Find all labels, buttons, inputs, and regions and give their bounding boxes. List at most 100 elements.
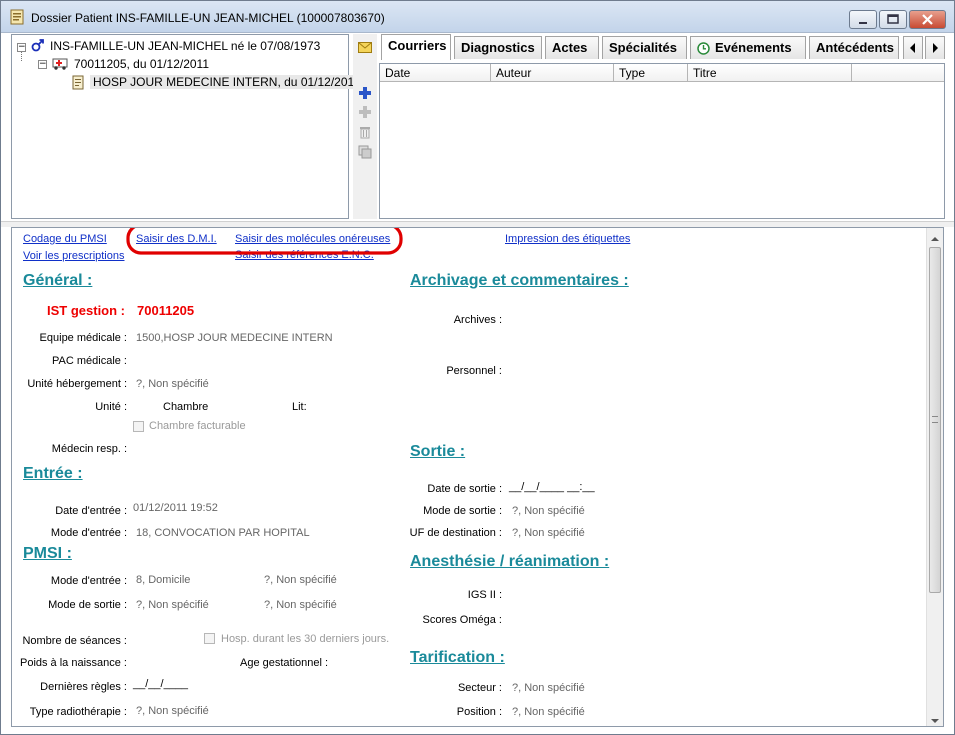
clock-icon <box>697 42 710 58</box>
link-impression-etiquettes[interactable]: Impression des étiquettes <box>505 233 630 245</box>
patient-dossier-window: Dossier Patient INS-FAMILLE-UN JEAN-MICH… <box>0 0 955 735</box>
column-header-auteur[interactable]: Auteur <box>491 64 614 82</box>
igs-label: IGS II : <box>467 589 502 601</box>
tree-item-unit[interactable]: HOSP JOUR MEDECINE INTERN, du 01/12/2011 <box>90 75 363 89</box>
pmsi-mode-sortie-value2: ?, Non spécifié <box>264 599 337 611</box>
unite-hebergement-label: Unité hébergement : <box>27 378 127 390</box>
scrollbar-grip <box>932 416 938 423</box>
vertical-scrollbar[interactable] <box>926 228 943 726</box>
tab-courriers[interactable]: Courriers <box>381 34 451 60</box>
chambre-facturable-checkbox[interactable] <box>133 421 144 432</box>
tab-diagnostics[interactable]: Diagnostics <box>454 36 542 59</box>
mode-entree-value: 18, CONVOCATION PAR HOPITAL <box>136 527 310 539</box>
document-tabs: Courriers Diagnostics Actes Spécialités … <box>379 34 945 62</box>
equipe-medicale-value: 1500,HOSP JOUR MEDECINE INTERN <box>136 332 333 344</box>
unite-label: Unité : <box>95 401 127 413</box>
column-header-type[interactable]: Type <box>614 64 688 82</box>
section-sortie: Sortie : <box>410 443 466 460</box>
date-entree-label: Date d'entrée : <box>55 505 127 517</box>
pac-medicale-label: PAC médicale : <box>52 355 127 367</box>
uf-destination-label: UF de destination : <box>409 527 502 539</box>
envelope-icon[interactable] <box>358 42 372 56</box>
archives-label: Archives : <box>453 314 502 326</box>
documents-toolbar <box>353 34 377 219</box>
link-voir-prescriptions[interactable]: Voir les prescriptions <box>23 250 125 262</box>
section-archivage: Archivage et commentaires : <box>410 272 629 289</box>
chambre-facturable-label: Chambre facturable <box>149 420 246 432</box>
position-value: ?, Non spécifié <box>512 706 585 718</box>
hosp-30-jours-checkbox[interactable] <box>204 633 215 644</box>
column-header-date[interactable]: Date <box>380 64 491 82</box>
pmsi-mode-sortie-value: ?, Non spécifié <box>136 599 209 611</box>
medecin-resp-label: Médecin resp. : <box>51 443 127 455</box>
title-bar: Dossier Patient INS-FAMILLE-UN JEAN-MICH… <box>1 1 954 33</box>
unite-value: Chambre <box>163 401 209 413</box>
mode-entree-label: Mode d'entrée : <box>50 527 127 539</box>
date-sortie-value[interactable]: __/__/____ __:__ <box>509 481 595 493</box>
ist-gestion-value: 70011205 <box>137 303 195 318</box>
hosp-30-jours-label: Hosp. durant les 30 derniers jours. <box>221 633 390 645</box>
tab-evenements-label: Evénements <box>715 40 792 55</box>
uf-destination-value: ?, Non spécifié <box>512 527 585 539</box>
stay-details-panel: Codage du PMSI Voir les prescriptions Sa… <box>11 227 944 727</box>
app-icon <box>10 9 24 28</box>
section-anesthesie: Anesthésie / réanimation : <box>410 553 610 570</box>
pmsi-mode-entree-value2: ?, Non spécifié <box>264 574 337 586</box>
copy-icon <box>358 145 372 162</box>
secteur-value: ?, Non spécifié <box>512 682 585 694</box>
window-title: Dossier Patient INS-FAMILLE-UN JEAN-MICH… <box>31 11 385 25</box>
dernieres-regles-label: Dernières règles : <box>40 681 127 693</box>
minimize-button[interactable] <box>849 10 877 29</box>
add-icon[interactable] <box>358 86 372 103</box>
scrollbar-thumb[interactable] <box>929 247 941 593</box>
date-sortie-label: Date de sortie : <box>427 483 502 495</box>
mode-sortie-value: ?, Non spécifié <box>512 505 585 517</box>
pmsi-mode-sortie-label: Mode de sortie : <box>48 599 127 611</box>
section-general: Général : <box>23 272 93 289</box>
tab-antecedents[interactable]: Antécédents <box>809 36 899 59</box>
document-icon <box>72 75 84 93</box>
dernieres-regles-value[interactable]: __/__/____ <box>133 678 188 690</box>
date-entree-value: 01/12/2011 19:52 <box>133 502 218 514</box>
tab-evenements[interactable]: Evénements <box>690 36 806 59</box>
tab-actes[interactable]: Actes <box>545 36 599 59</box>
poids-naissance-label: Poids à la naissance : <box>19 657 127 669</box>
tab-scroll-right[interactable] <box>925 36 945 59</box>
maximize-button[interactable] <box>879 10 907 29</box>
tab-specialites[interactable]: Spécialités <box>602 36 687 59</box>
scroll-up-arrow-icon[interactable] <box>930 232 940 246</box>
ambulance-icon <box>52 56 70 73</box>
male-icon <box>31 38 45 55</box>
position-label: Position : <box>456 706 502 718</box>
column-header-filler <box>852 64 944 82</box>
section-tarification: Tarification : <box>410 649 505 666</box>
scroll-down-arrow-icon[interactable] <box>930 714 940 726</box>
section-pmsi: PMSI : <box>23 545 72 562</box>
scores-omega-label: Scores Oméga : <box>422 614 502 626</box>
patient-tree: − INS-FAMILLE-UN JEAN-MICHEL né le 07/08… <box>11 34 363 219</box>
tab-scroll-left[interactable] <box>903 36 923 59</box>
secteur-label: Secteur : <box>457 682 502 694</box>
tree-item-patient[interactable]: INS-FAMILLE-UN JEAN-MICHEL né le 07/08/1… <box>50 39 320 53</box>
link-codage-pmsi[interactable]: Codage du PMSI <box>23 233 107 245</box>
tree-expander[interactable]: − <box>38 60 47 69</box>
close-button[interactable] <box>909 10 946 29</box>
section-entree: Entrée : <box>23 465 83 482</box>
pmsi-mode-entree-label: Mode d'entrée : <box>50 575 127 587</box>
equipe-medicale-label: Equipe médicale : <box>39 332 127 344</box>
personnel-label: Personnel : <box>446 365 502 377</box>
type-radiotherapie-label: Type radiothérapie : <box>29 706 127 718</box>
add-disabled-icon <box>358 105 372 122</box>
ist-gestion-label: IST gestion : <box>47 303 125 318</box>
mode-sortie-label: Mode de sortie : <box>423 505 502 517</box>
nombre-seances-label: Nombre de séances : <box>22 635 127 647</box>
tree-expander[interactable]: − <box>17 43 26 52</box>
column-header-titre[interactable]: Titre <box>688 64 852 82</box>
tree-item-stay[interactable]: 70011205, du 01/12/2011 <box>74 57 209 71</box>
trash-icon <box>359 125 371 142</box>
type-radiotherapie-value: ?, Non spécifié <box>136 705 209 717</box>
lit-label: Lit: <box>292 401 307 413</box>
pmsi-mode-entree-value: 8, Domicile <box>136 574 191 586</box>
unite-hebergement-value: ?, Non spécifié <box>136 378 209 390</box>
age-gestationnel-label: Age gestationnel : <box>240 657 329 669</box>
